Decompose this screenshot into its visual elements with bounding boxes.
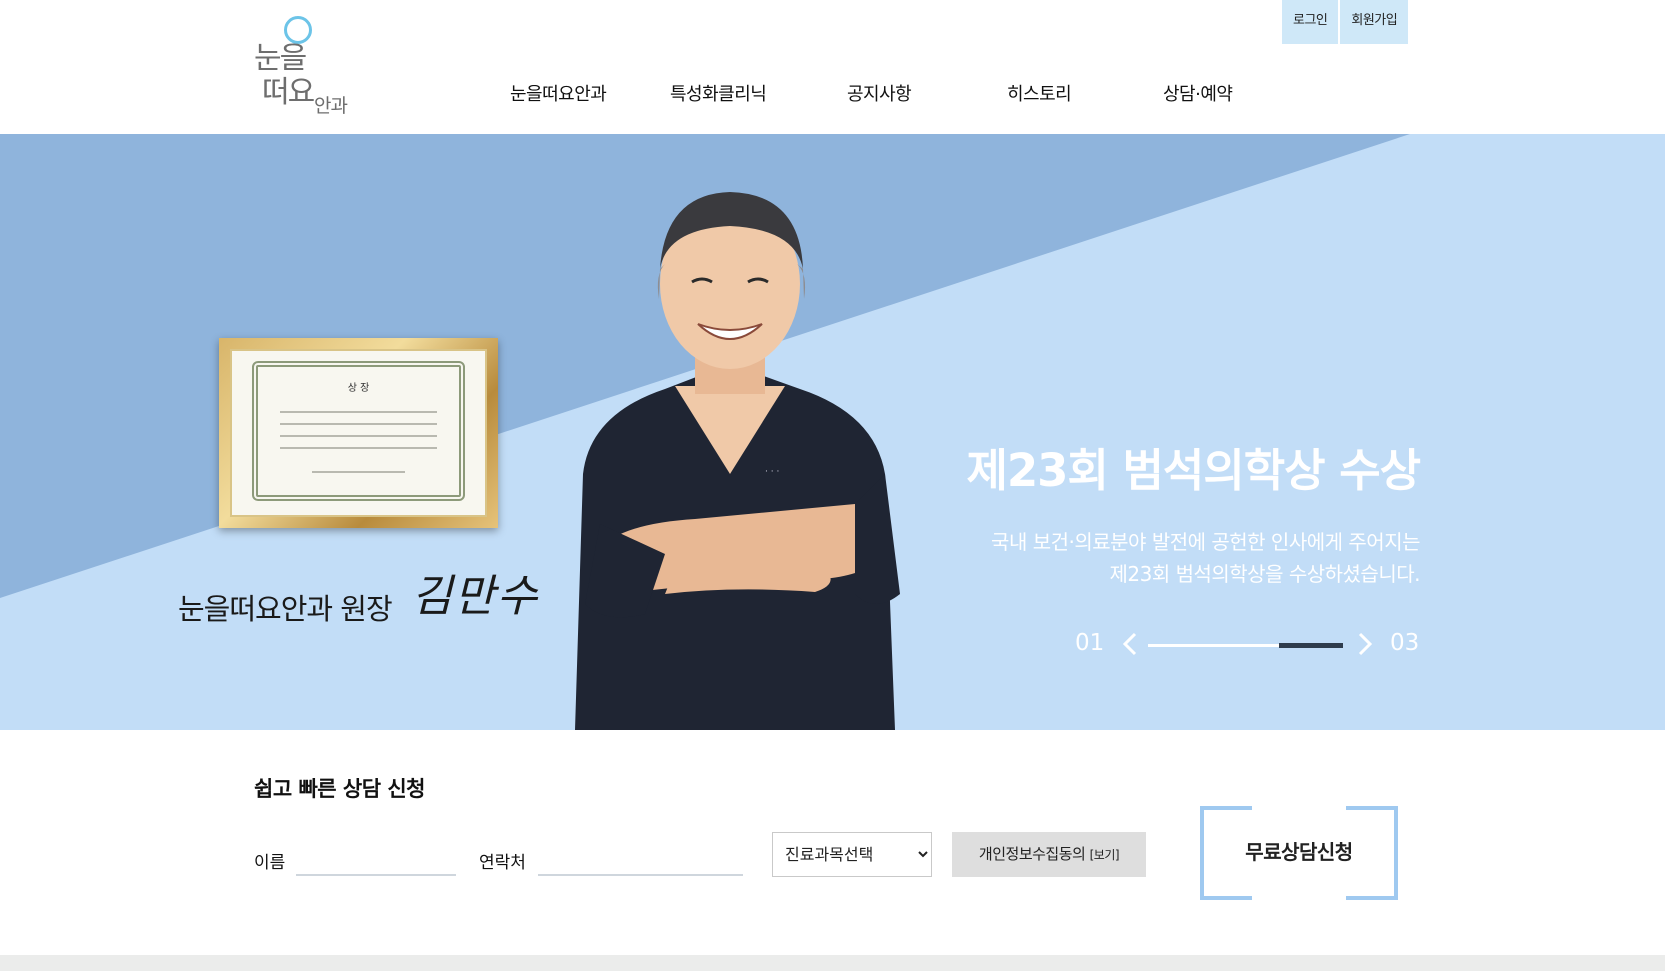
- free-consult-submit-button[interactable]: 무료상담신청: [1200, 806, 1398, 900]
- privacy-consent-label: 개인정보수집동의: [978, 845, 1086, 863]
- director-caption: 눈을떠요안과 원장 김만수: [178, 568, 539, 632]
- slider-controls: 01 03: [1075, 624, 1420, 664]
- director-label: 눈을떠요안과 원장: [178, 592, 393, 626]
- department-select[interactable]: 진료과목선택: [772, 832, 932, 877]
- nav-item-clinic[interactable]: 눈을떠요안과: [510, 80, 607, 106]
- phone-label: 연락처: [479, 853, 526, 873]
- signup-link[interactable]: 회원가입: [1340, 0, 1409, 44]
- slider-progress-track[interactable]: [1148, 643, 1343, 648]
- slider-progress-fill: [1278, 643, 1343, 648]
- site-logo[interactable]: 눈을 떠요 안과: [254, 16, 364, 120]
- bracket-right-decoration: [1346, 806, 1398, 900]
- privacy-view-link[interactable]: [보기]: [1090, 848, 1120, 862]
- submit-label: 무료상담신청: [1245, 842, 1353, 864]
- certificate-title: 상 장: [347, 383, 370, 394]
- footer-strip: [0, 955, 1665, 971]
- slide-current-number: 01: [1075, 630, 1105, 656]
- slide-headline: 제23회 범석의학상 수상: [966, 444, 1421, 497]
- logo-ring-icon: [284, 16, 312, 44]
- login-link[interactable]: 로그인: [1282, 0, 1339, 44]
- phone-input[interactable]: [538, 834, 743, 876]
- svg-text:· · ·: · · ·: [765, 467, 779, 477]
- doctor-portrait-image: · · ·: [575, 192, 900, 730]
- bracket-left-decoration: [1200, 806, 1252, 900]
- slide-description-line-1: 국내 보건·의료분야 발전에 공헌한 인사에게 주어지는: [991, 530, 1420, 554]
- nav-item-history[interactable]: 히스토리: [1007, 80, 1072, 106]
- nav-item-notice[interactable]: 공지사항: [847, 80, 912, 106]
- logo-text-2: 떠요: [262, 75, 315, 110]
- consult-form-title: 쉽고 빠른 상담 신청: [254, 777, 426, 801]
- logo-text-1: 눈을: [254, 41, 307, 76]
- nav-item-special-clinic[interactable]: 특성화클리닉: [670, 80, 767, 106]
- slide-total-number: 03: [1390, 630, 1420, 656]
- prev-arrow-icon[interactable]: [1115, 624, 1145, 664]
- name-input[interactable]: [296, 834, 456, 876]
- name-label: 이름: [254, 853, 286, 873]
- director-signature: 김만수: [411, 571, 540, 622]
- award-certificate-image: 상 장: [219, 338, 498, 528]
- next-arrow-icon[interactable]: [1350, 624, 1380, 664]
- site-header: 눈을 떠요 안과 로그인 회원가입 눈을떠요안과 특성화클리닉 공지사항 히스토…: [0, 0, 1665, 134]
- logo-text-3: 안과: [314, 95, 348, 117]
- nav-item-reservation[interactable]: 상담·예약: [1163, 80, 1233, 106]
- hero-banner: 상 장 눈을떠요안과 원장 김만수 · · · 제23회 범석의학상 수상 국내…: [0, 134, 1665, 730]
- slide-description-line-2: 제23회 범석의학상을 수상하셨습니다.: [1109, 562, 1420, 586]
- quick-consult-form: 쉽고 빠른 상담 신청 이름 연락처 진료과목선택 개인정보수집동의 [보기] …: [0, 730, 1665, 955]
- slide-description: 국내 보건·의료분야 발전에 공헌한 인사에게 주어지는 제23회 범석의학상을…: [900, 526, 1420, 590]
- privacy-consent-button[interactable]: 개인정보수집동의 [보기]: [952, 832, 1146, 877]
- utility-menu: 로그인 회원가입: [1282, 0, 1409, 44]
